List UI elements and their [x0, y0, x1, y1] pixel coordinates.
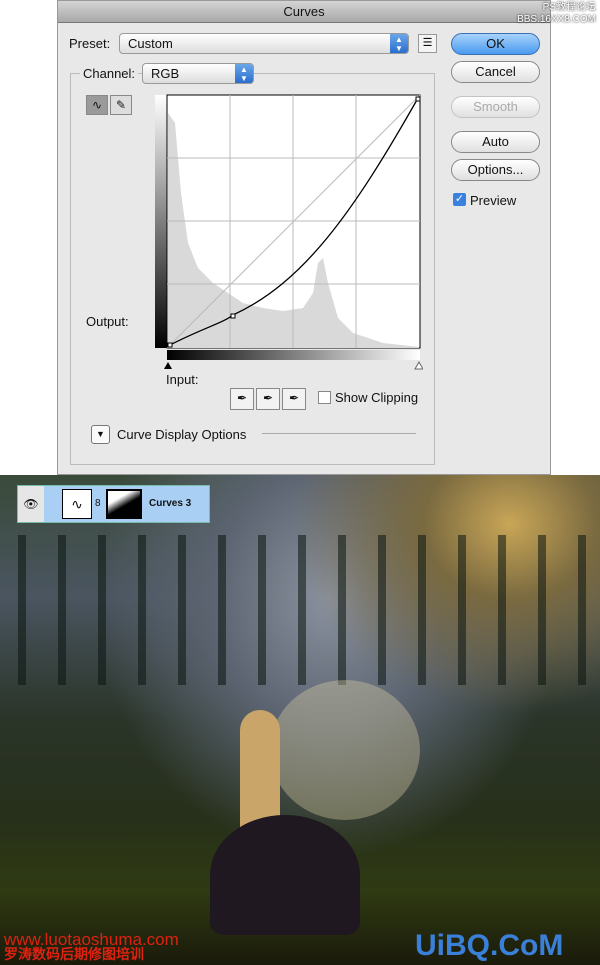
output-label: Output:: [86, 314, 129, 329]
preview-checkbox[interactable]: ✓: [453, 193, 466, 206]
curve-point[interactable]: [415, 96, 421, 102]
channel-label: Channel:: [80, 66, 139, 81]
curves-adjustment-icon: ∿: [62, 489, 92, 519]
curves-dialog: Curves Preset: Custom ▲ ▼ ☰ OK Cancel Smoo…: [57, 0, 551, 475]
cancel-button[interactable]: Cancel: [451, 61, 540, 83]
dialog-title: Curves: [58, 1, 550, 23]
curve-point[interactable]: [167, 342, 173, 348]
layer-name: Curves 3: [149, 498, 192, 509]
white-point-slider[interactable]: [414, 360, 423, 370]
black-eyedropper-icon[interactable]: ✒: [230, 388, 254, 410]
output-gradient: [155, 95, 167, 348]
watermark-url: www.luotaoshuma.com: [4, 930, 179, 949]
preset-value: Custom: [128, 36, 173, 51]
layer-curves-3[interactable]: 👁 ∿ 8 Curves 3: [17, 485, 210, 523]
pencil-tool-icon[interactable]: ✎: [110, 95, 132, 115]
preview-label: Preview: [470, 193, 517, 208]
curve-point[interactable]: [230, 313, 236, 319]
preset-menu-icon[interactable]: ☰: [418, 34, 437, 53]
gray-eyedropper-icon[interactable]: ✒: [256, 388, 280, 410]
fairy-scene-image: 👁 ∿ 8 Curves 3 www.luotaoshuma.com 罗涛数码后…: [0, 475, 600, 965]
show-clipping-label: Show Clipping: [335, 390, 419, 405]
fairy-wings: [270, 680, 420, 820]
show-clipping-checkbox[interactable]: [318, 391, 331, 404]
uibq-logo: UiBQ.CoM: [415, 929, 564, 962]
curve-graph[interactable]: [153, 93, 423, 373]
preset-select[interactable]: Custom ▲ ▼: [119, 33, 409, 54]
channel-value: RGB: [151, 66, 180, 81]
black-point-slider[interactable]: [164, 362, 172, 369]
eye-icon[interactable]: 👁: [18, 486, 44, 522]
forest-trees: [0, 535, 600, 685]
ok-button[interactable]: OK: [451, 33, 540, 55]
stepper-icon: ▲ ▼: [235, 64, 253, 83]
input-gradient: [167, 350, 420, 360]
watermark-cn: 罗涛数码后期修图培训: [4, 946, 144, 962]
curve-display-options-label[interactable]: Curve Display Options: [117, 427, 246, 442]
watermark-top: PS教程论坛 BBS.16XX8.COM: [517, 2, 596, 25]
divider: [262, 433, 416, 434]
curve-tool-icon[interactable]: ∿: [86, 95, 108, 115]
disclosure-triangle-icon[interactable]: ▼: [91, 425, 110, 444]
preset-label: Preset:: [69, 36, 111, 51]
auto-button[interactable]: Auto: [451, 131, 540, 153]
input-label: Input:: [166, 372, 199, 387]
smooth-button[interactable]: Smooth: [451, 96, 540, 118]
white-eyedropper-icon[interactable]: ✒: [282, 388, 306, 410]
fairy-dress: [210, 815, 360, 935]
channel-select[interactable]: RGB ▲ ▼: [142, 63, 254, 84]
layer-mask-thumbnail[interactable]: [106, 489, 142, 519]
options-button[interactable]: Options...: [451, 159, 540, 181]
link-icon[interactable]: 8: [95, 498, 101, 509]
stepper-icon: ▲ ▼: [390, 34, 408, 53]
